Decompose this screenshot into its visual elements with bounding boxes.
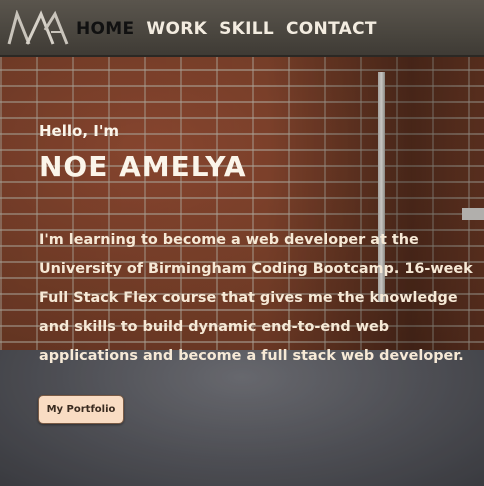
bio-paragraph: I'm learning to become a web developer a…: [39, 232, 473, 364]
nav-home[interactable]: HOME: [76, 17, 134, 41]
greeting-text: Hello, I'm: [39, 122, 120, 140]
site-header: HOME WORK SKILL CONTACT: [0, 0, 484, 57]
na-logo-icon: [7, 9, 69, 45]
nav-work[interactable]: WORK: [146, 17, 207, 41]
nav-skill[interactable]: SKILL: [219, 17, 274, 41]
main-nav: HOME WORK SKILL CONTACT: [76, 17, 377, 41]
page: HOME WORK SKILL CONTACT Hello, I'm NOE A…: [0, 0, 484, 486]
logo[interactable]: [7, 9, 69, 46]
portfolio-button[interactable]: My Portfolio: [38, 395, 124, 424]
nav-contact[interactable]: CONTACT: [286, 17, 377, 41]
name-heading: NOE AMELYA: [39, 150, 247, 183]
